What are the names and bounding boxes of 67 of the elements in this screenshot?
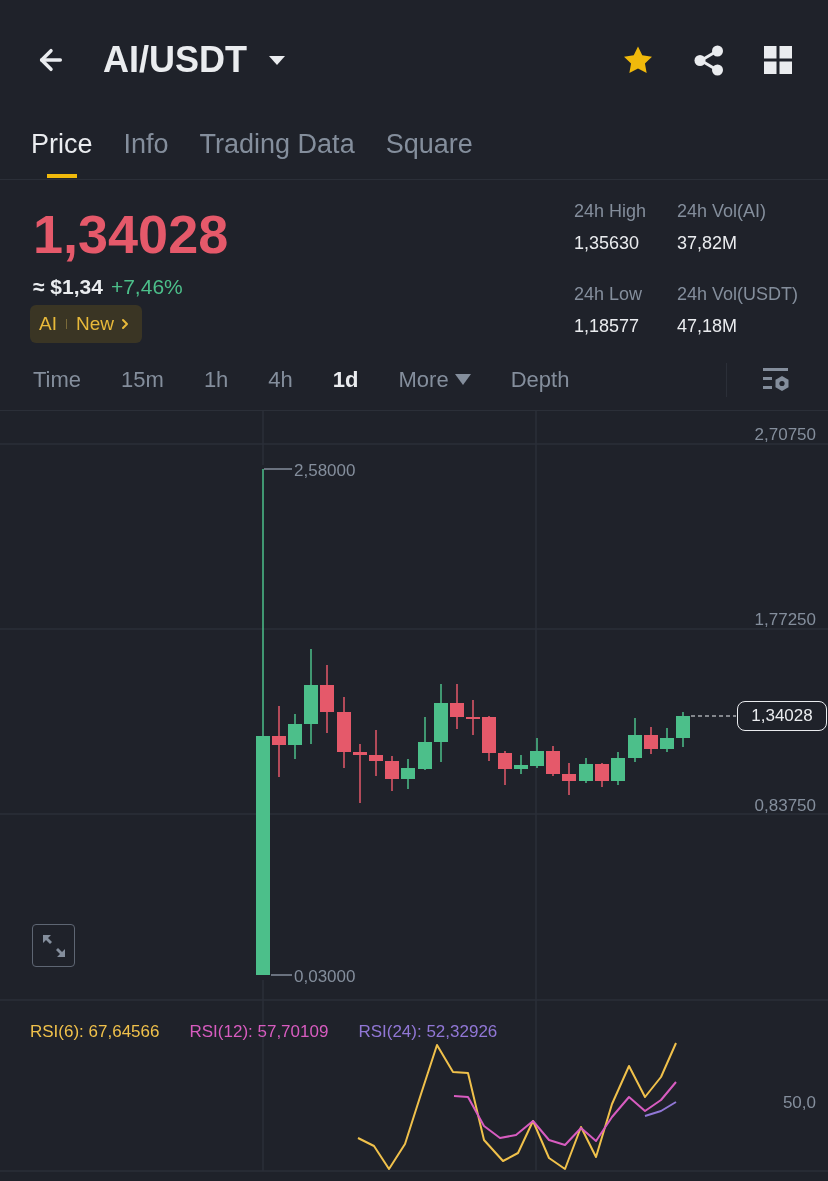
stat-label: 24h High (573, 200, 647, 223)
tab[interactable]: Info (123, 120, 169, 179)
falling-candle (644, 726, 658, 755)
stat-value: 1,35630 (573, 232, 641, 255)
falling-candle (546, 745, 560, 777)
rsi-axis-label: 50,0 (782, 1093, 816, 1112)
interval-tab[interactable]: 1d (332, 363, 359, 396)
tab-underline (46, 174, 77, 178)
price-axis-label: 1,77250 (754, 610, 816, 629)
price-change: +7,46% (110, 274, 183, 300)
stat-value: 37,82M (676, 232, 738, 255)
last-price: 1,34028 (33, 204, 229, 264)
price-axis-label: 0,83750 (754, 796, 816, 815)
expand-icon (41, 933, 66, 958)
rising-candle (288, 713, 302, 760)
falling-candle (369, 729, 383, 777)
share-icon[interactable] (694, 44, 724, 76)
caret-down-icon (454, 374, 471, 385)
falling-candle (595, 762, 609, 788)
rising-candle (660, 727, 674, 753)
price-axis-label: 2,70750 (754, 425, 816, 444)
interval-tab[interactable]: 4h (268, 363, 293, 396)
leader-line (270, 974, 293, 976)
stat-label: 24h Vol(USDT) (676, 283, 798, 306)
falling-candle (482, 715, 496, 762)
stat-label: 24h Vol(AI) (676, 200, 767, 223)
expand-button[interactable] (32, 924, 75, 967)
rising-candle (514, 754, 528, 775)
rsi-legend: RSI(12): 57,70109 (189, 1020, 329, 1044)
high-price-label: 2,58000 (294, 461, 356, 480)
caret-down-icon[interactable] (269, 55, 285, 65)
pair-selector[interactable]: AI/USDT (103, 33, 285, 87)
stat-value: 1,18577 (573, 315, 641, 338)
rising-candle (530, 737, 544, 769)
interval-menu[interactable]: More (398, 363, 471, 396)
tab[interactable]: Trading Data (199, 120, 355, 179)
rising-candle (401, 758, 415, 790)
leader-line (263, 468, 293, 470)
falling-candle (562, 762, 576, 796)
falling-candle (385, 755, 399, 792)
interval-tab[interactable]: Time (33, 363, 82, 396)
last-price-line (690, 715, 737, 717)
chart-settings-icon[interactable] (763, 366, 790, 393)
falling-candle (498, 750, 512, 786)
rising-candle (676, 711, 690, 748)
interval-tab[interactable]: 1h (203, 363, 229, 396)
falling-candle (466, 699, 480, 736)
rising-candle (418, 716, 432, 771)
rising-candle (628, 717, 642, 763)
low-price-label: 0,03000 (294, 967, 356, 986)
rising-candle (579, 757, 593, 784)
sector-tag[interactable]: AI New (30, 305, 142, 343)
interval-tab[interactable]: Depth (510, 363, 570, 396)
fiat-price: ≈ $1,34 (33, 274, 103, 300)
stat-value: 47,18M (676, 315, 738, 338)
falling-candle (320, 664, 334, 734)
falling-candle (353, 743, 367, 804)
falling-candle (450, 683, 464, 730)
rsi-legend: RSI(24): 52,32926 (358, 1020, 498, 1044)
rising-candle (611, 751, 625, 786)
interval-tab[interactable]: 15m (121, 363, 164, 396)
tab[interactable]: Square (385, 120, 473, 179)
grid-icon[interactable] (764, 46, 792, 74)
stat-label: 24h Low (573, 283, 643, 306)
last-price-tag: 1,34028 (737, 701, 827, 731)
tab[interactable]: Price (31, 120, 93, 179)
rsi-legend: RSI(6): 67,64566 (30, 1020, 160, 1044)
